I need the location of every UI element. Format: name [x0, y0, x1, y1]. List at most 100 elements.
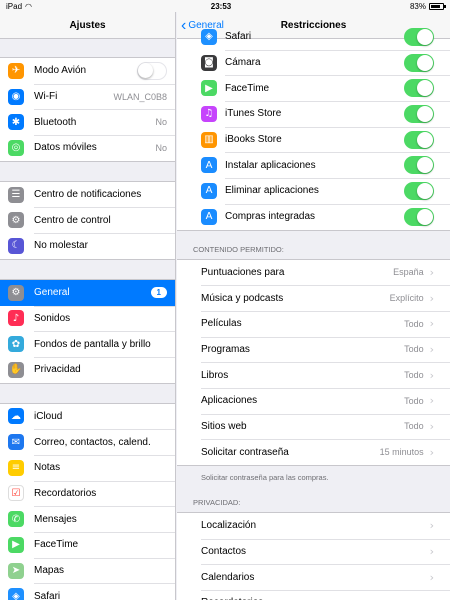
battery-icon [428, 2, 446, 10]
sidebar-item-label: Correo, contactos, calend. [34, 436, 151, 448]
privacy-label: Calendarios [201, 571, 255, 583]
content-value: Todo [404, 421, 424, 432]
reminders-icon: ☑ [8, 485, 24, 502]
sidebar-item-label: Recordatorios [34, 487, 97, 499]
sidebar-item-label: iCloud [34, 410, 63, 422]
sidebar-item-mapas[interactable]: ➤ Mapas [0, 557, 175, 584]
content-row-aplicaciones[interactable]: Aplicaciones Todo › [177, 387, 450, 414]
toggle-itunes-store[interactable] [404, 104, 434, 123]
sidebar-item-label: Safari [34, 590, 61, 600]
sidebar-item-safari[interactable]: ◈ Safari [0, 583, 175, 600]
sidebar-item-sonidos[interactable]: ♪ Sonidos [0, 305, 175, 332]
toggle-compras-integradas[interactable] [404, 207, 434, 226]
sidebar-item-label: Mapas [34, 565, 65, 577]
privacy-label: Localización [201, 520, 257, 532]
sidebar-group: ☰ Centro de notificaciones ⚙ Centro de cont… [0, 180, 175, 260]
chevron-right-icon: › [429, 265, 434, 279]
gear-icon: ⚙ [8, 284, 24, 301]
privacy-label: Contactos [201, 546, 247, 558]
restriction-label: Instalar aplicaciones [225, 159, 316, 171]
sidebar-item-label: General [34, 287, 70, 299]
sidebar: Ajustes ✈ Modo Avión ◉ Wi-Fi WLAN_C0B8 ✱ Bluet… [0, 12, 176, 600]
apps-group: ◈ Safari ◙ Cámara ▶ FaceTime ♫ iTunes Store ▥ iBo… [177, 23, 450, 231]
sidebar-item-label: Wi-Fi [34, 91, 58, 103]
sidebar-item-bluetooth[interactable]: ✱ Bluetooth No [0, 109, 175, 135]
content-value: Todo [404, 344, 424, 355]
privacy-row-recordatorios[interactable]: Recordatorios› [177, 590, 450, 600]
sidebar-item-label: Mensajes [34, 513, 77, 525]
restriction-row-facetime: ▶ FaceTime [177, 75, 450, 101]
toggle-safari[interactable] [404, 27, 434, 46]
chevron-right-icon: › [429, 317, 434, 331]
content-row-peliculas[interactable]: Películas Todo › [177, 310, 450, 337]
sidebar-item-notas[interactable]: ≡ Notas [0, 454, 175, 481]
app-store-icon: A [201, 182, 217, 199]
chevron-right-icon: › [429, 368, 434, 382]
cloud-icon: ☁ [8, 408, 24, 425]
sidebar-item-fondos-de-pantalla-y-brillo[interactable]: ✿ Fondos de pantalla y brillo [0, 331, 175, 357]
content-row-programas[interactable]: Programas Todo › [177, 336, 450, 363]
sidebar-item-no-molestar[interactable]: ☾ No molestar [0, 233, 175, 259]
sidebar-item-privacidad[interactable]: ✋ Privacidad [0, 356, 175, 383]
moon-icon: ☾ [8, 237, 24, 254]
sidebar-item-label: Centro de control [34, 214, 111, 226]
toggle-eliminar-aplicaciones[interactable] [404, 181, 434, 200]
toggle-facetime[interactable] [404, 79, 434, 98]
sidebar-title: Ajustes [69, 19, 106, 31]
camera-icon: ◙ [201, 54, 217, 71]
status-right: 83% [410, 2, 446, 11]
toggle-knob [417, 182, 433, 199]
privacy-row-contactos[interactable]: Contactos › [177, 538, 450, 565]
content-label: Aplicaciones [201, 395, 258, 407]
mail-icon: ✉ [8, 434, 24, 451]
sidebar-item-correo-contactos-calend[interactable]: ✉ Correo, contactos, calend. [0, 429, 175, 455]
wallpaper-icon: ✿ [8, 336, 24, 353]
privacy-row-calendarios[interactable]: Calendarios › [177, 564, 450, 590]
sidebar-item-label: Modo Avión [34, 65, 87, 77]
content-value: 15 minutos [379, 447, 424, 458]
toggle-camara[interactable] [404, 53, 434, 72]
toggle-knob [417, 28, 433, 45]
bluetooth-icon: ✱ [8, 114, 24, 131]
sidebar-item-facetime[interactable]: ▶ FaceTime [0, 532, 175, 558]
chevron-right-icon: › [429, 445, 434, 459]
content-row-solicitar-contrasena[interactable]: Solicitar contraseña 15 minutos › [177, 439, 450, 465]
sidebar-item-label: Notas [34, 462, 61, 474]
sidebar-item-centro-de-control[interactable]: ⚙ Centro de control [0, 207, 175, 233]
facetime-icon: ▶ [8, 536, 24, 553]
sidebar-groups: ✈ Modo Avión ◉ Wi-Fi WLAN_C0B8 ✱ Bluetooth No ◎ D… [0, 39, 175, 600]
airplane-mode-toggle[interactable] [137, 61, 167, 80]
content-row-musica-y-podcasts[interactable]: Música y podcasts Explícito › [177, 285, 450, 311]
safari-icon: ◈ [201, 28, 217, 45]
restriction-label: FaceTime [225, 82, 270, 94]
sidebar-item-mensajes[interactable]: ✆ Mensajes [0, 506, 175, 532]
content-row-sitios-web[interactable]: Sitios web Todo › [177, 413, 450, 440]
sidebar-item-general[interactable]: ⚙ General 1 [0, 279, 175, 306]
status-bar: iPad ◠ 23:53 83% [0, 0, 450, 12]
content-row-puntuaciones-para[interactable]: Puntuaciones para España › [177, 260, 450, 286]
restriction-row-camara: ◙ Cámara [177, 49, 450, 76]
chevron-right-icon: › [429, 570, 434, 584]
toggle-ibooks-store[interactable] [404, 130, 434, 149]
notifications-icon: ☰ [8, 186, 24, 203]
restriction-row-compras-integradas: A Compras integradas [177, 203, 450, 230]
sidebar-item-datos-moviles[interactable]: ◎ Datos móviles No [0, 135, 175, 161]
sidebar-item-label: Datos móviles [34, 142, 97, 154]
privacy-row-localizacion[interactable]: Localización › [177, 513, 450, 539]
sidebar-item-centro-de-notificaciones[interactable]: ☰ Centro de notificaciones [0, 182, 175, 208]
content-row-libros[interactable]: Libros Todo › [177, 362, 450, 388]
sidebar-header: Ajustes [0, 12, 175, 39]
sidebar-item-modo-avion[interactable]: ✈ Modo Avión [0, 58, 175, 84]
sidebar-item-recordatorios[interactable]: ☑ Recordatorios [0, 480, 175, 507]
sidebar-group: ⚙ General 1 ♪ Sonidos ✿ Fondos de pantalla y b… [0, 278, 175, 384]
main-scroll[interactable]: ◈ Safari ◙ Cámara ▶ FaceTime ♫ iTunes Store ▥ iBo… [177, 23, 450, 600]
restriction-row-instalar-aplicaciones: A Instalar aplicaciones [177, 152, 450, 178]
restriction-row-itunes-store: ♫ iTunes Store [177, 101, 450, 127]
sidebar-item-icloud[interactable]: ☁ iCloud [0, 404, 175, 430]
sidebar-item-wi-fi[interactable]: ◉ Wi-Fi WLAN_C0B8 [0, 83, 175, 110]
toggle-instalar-aplicaciones[interactable] [404, 156, 434, 175]
toggle-knob [417, 157, 433, 174]
sidebar-item-label: FaceTime [34, 539, 79, 551]
